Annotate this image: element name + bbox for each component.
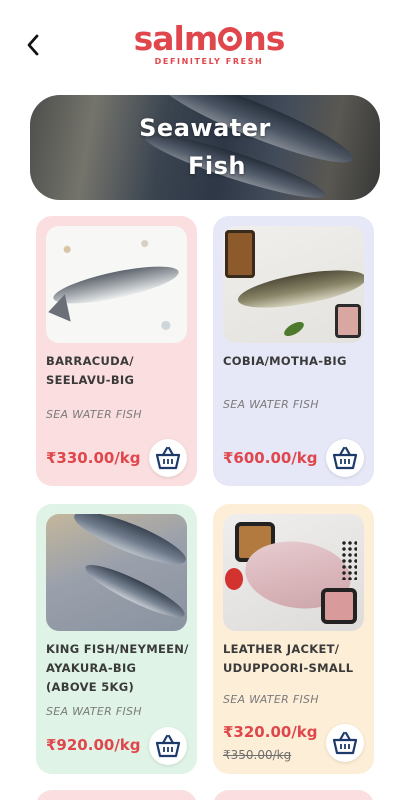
product-price: ₹600.00/kg [223, 449, 318, 467]
add-to-cart-button[interactable] [149, 439, 187, 477]
salmons-logo[interactable]: salm ns DEFINITELY FRESH [124, 20, 294, 72]
chevron-left-icon [27, 34, 39, 56]
product-image[interactable] [46, 226, 187, 343]
product-card[interactable]: KING FISH/NEYMEEN/ AYAKURA-BIG (ABOVE 5K… [36, 504, 197, 774]
fish-image [50, 258, 182, 312]
fish-image [80, 557, 187, 625]
back-button[interactable] [20, 30, 46, 60]
product-card[interactable] [213, 790, 374, 800]
basket-icon [332, 731, 358, 755]
basket-icon [155, 734, 181, 758]
product-card[interactable]: COBIA/MOTHA-BIG SEA WATER FISH ₹600.00/k… [213, 216, 374, 486]
product-image[interactable] [223, 514, 364, 631]
product-price: ₹330.00/kg [46, 449, 141, 467]
product-category: SEA WATER FISH [46, 408, 142, 421]
category-title-line: Fish [188, 152, 246, 180]
basket-icon [155, 446, 181, 470]
product-card[interactable]: BARRACUDA/ SEELAVU-BIG SEA WATER FISH ₹3… [36, 216, 197, 486]
product-card[interactable] [36, 790, 197, 800]
product-image[interactable] [223, 226, 364, 343]
category-banner: Seawater Fish [30, 95, 380, 200]
product-card[interactable]: LEATHER JACKET/ UDUPPOORI-SMALL SEA WATE… [213, 504, 374, 774]
product-category: SEA WATER FISH [46, 705, 142, 718]
product-name[interactable]: BARRACUDA/ SEELAVU-BIG [46, 352, 191, 390]
logo-tagline: DEFINITELY FRESH [154, 57, 264, 66]
category-title: Seawater Fish [30, 109, 380, 185]
add-to-cart-button[interactable] [326, 439, 364, 477]
category-title-line: Seawater [139, 114, 271, 142]
product-price: ₹320.00/kg [223, 723, 318, 741]
basket-icon [332, 446, 358, 470]
product-category: SEA WATER FISH [223, 398, 319, 411]
product-name[interactable]: LEATHER JACKET/ UDUPPOORI-SMALL [223, 640, 368, 678]
product-name[interactable]: COBIA/MOTHA-BIG [223, 352, 368, 371]
product-name[interactable]: KING FISH/NEYMEEN/ AYAKURA-BIG (ABOVE 5K… [46, 640, 191, 697]
product-image[interactable] [46, 514, 187, 631]
product-category: SEA WATER FISH [223, 693, 319, 706]
product-price: ₹920.00/kg [46, 736, 141, 754]
fish-eye-icon [218, 27, 243, 51]
logo-wordmark: salm ns [133, 19, 286, 58]
add-to-cart-button[interactable] [326, 724, 364, 762]
add-to-cart-button[interactable] [149, 727, 187, 765]
product-original-price: ₹350.00/kg [223, 748, 292, 762]
app-header: salm ns DEFINITELY FRESH [0, 0, 409, 80]
